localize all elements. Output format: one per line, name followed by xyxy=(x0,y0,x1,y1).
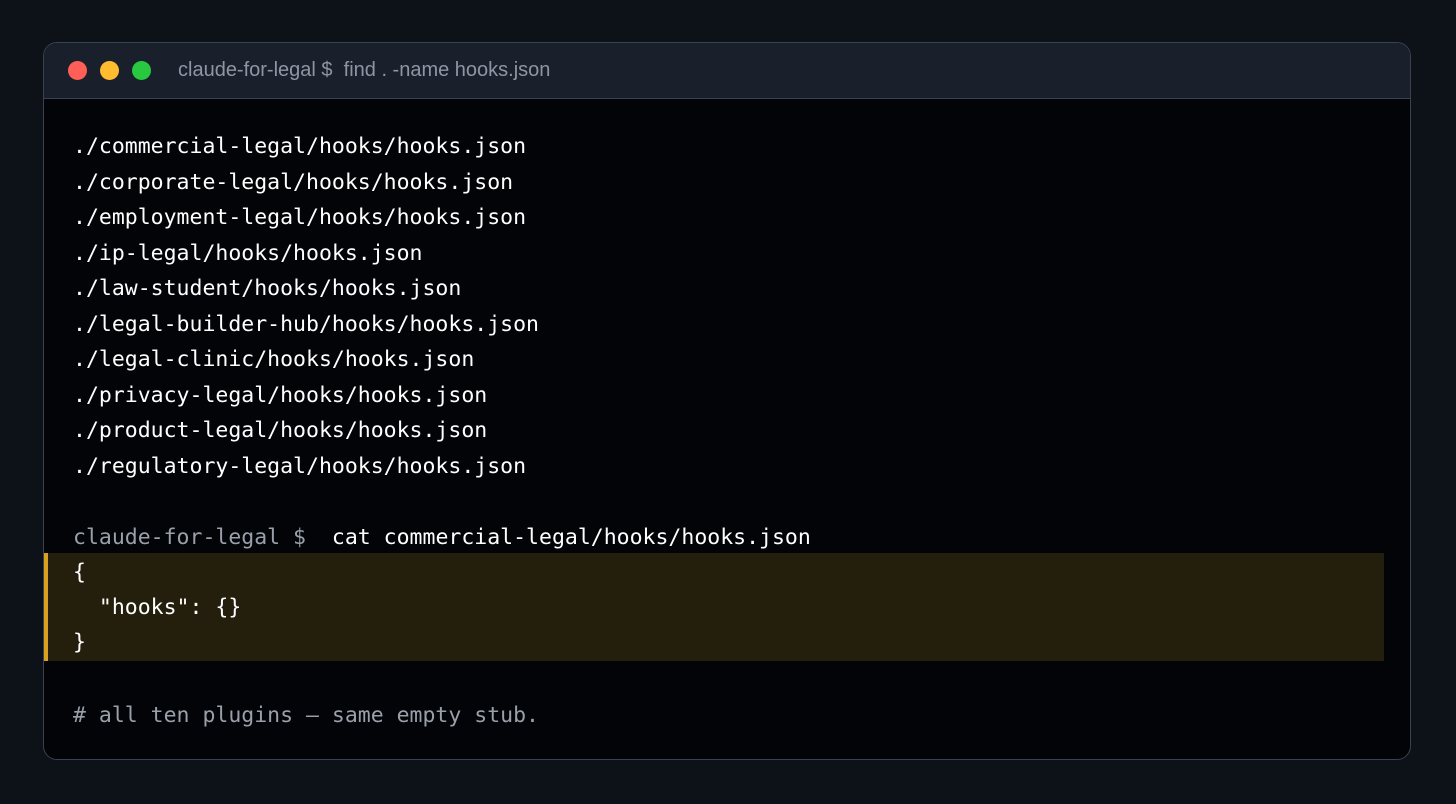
close-dot-icon[interactable] xyxy=(68,61,87,80)
output-line: ./employment-legal/hooks/hooks.json xyxy=(73,205,527,230)
output-line: ./legal-clinic/hooks/hooks.json xyxy=(73,347,475,372)
output-line: ./privacy-legal/hooks/hooks.json xyxy=(73,382,488,408)
output-line: ./corporate-legal/hooks/hooks.json xyxy=(73,169,514,195)
output-line: ./law-student/hooks/hooks.json xyxy=(73,276,462,301)
output-line: ./legal-builder-hub/hooks/hooks.json xyxy=(73,311,539,337)
terminal-window: claude-for-legal $ find . -name hooks.js… xyxy=(43,42,1411,760)
output-line: ./ip-legal/hooks/hooks.json xyxy=(73,240,423,266)
minimize-dot-icon[interactable] xyxy=(100,61,119,80)
window-title: claude-for-legal $ find . -name hooks.js… xyxy=(178,59,551,81)
terminal-output: ./commercial-legal/hooks/hooks.json ./co… xyxy=(44,99,1410,759)
highlighted-output-block xyxy=(44,553,1384,661)
shell-prompt: claude-for-legal $ xyxy=(73,525,306,550)
json-line: } xyxy=(73,630,86,655)
json-line: "hooks": {} xyxy=(73,595,242,620)
output-line: ./product-legal/hooks/hooks.json xyxy=(73,418,488,443)
maximize-dot-icon[interactable] xyxy=(132,61,151,80)
output-line: ./commercial-legal/hooks/hooks.json xyxy=(73,134,527,159)
json-line: { xyxy=(73,560,86,585)
title-bar: claude-for-legal $ find . -name hooks.js… xyxy=(44,43,1410,99)
comment-line: # all ten plugins — same empty stub. xyxy=(73,703,539,728)
command-text: cat commercial-legal/hooks/hooks.json xyxy=(331,525,811,550)
command-line: claude-for-legal $ cat commercial-legal/… xyxy=(73,520,811,555)
output-line: ./regulatory-legal/hooks/hooks.json xyxy=(73,453,527,479)
